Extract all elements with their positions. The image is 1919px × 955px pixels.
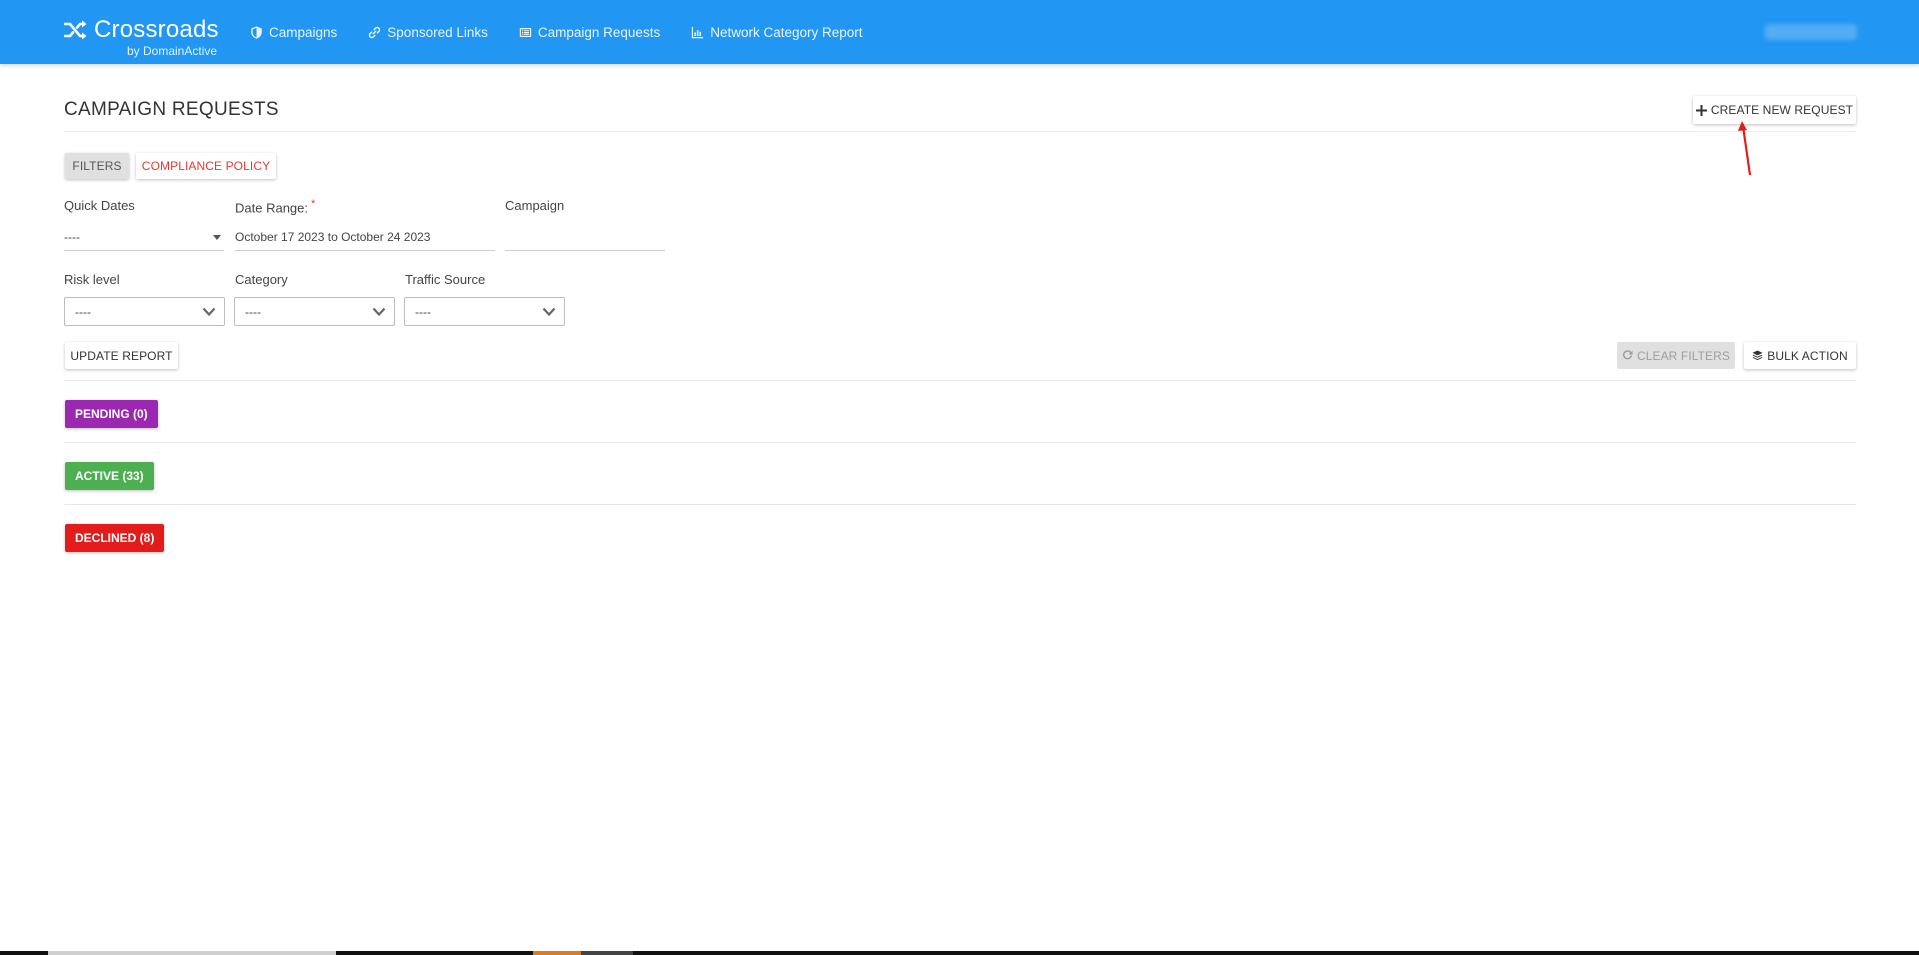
update-report-button[interactable]: UPDATE REPORT [65, 342, 178, 369]
nav-item-campaign-requests[interactable]: Campaign Requests [519, 25, 660, 40]
category-label: Category [235, 272, 288, 287]
chevron-down-icon [372, 307, 386, 317]
chevron-down-icon [542, 307, 556, 317]
risk-level-label: Risk level [64, 272, 120, 287]
category-value: ---- [245, 304, 261, 319]
user-menu[interactable] [1765, 24, 1857, 40]
section-divider [64, 380, 1856, 381]
quick-dates-value: ---- [64, 229, 80, 244]
taskbar-segment [533, 951, 581, 955]
date-range-label: Date Range: * [235, 198, 315, 215]
date-range-input[interactable]: October 17 2023 to October 24 2023 [235, 223, 495, 251]
nav-item-label: Campaign Requests [537, 24, 661, 40]
active-status-button[interactable]: ACTIVE (33) [65, 462, 154, 490]
shield-icon [251, 25, 262, 39]
list-alt-icon [519, 27, 532, 37]
brand-logo[interactable]: Crossroads by DomainActive [64, 16, 219, 58]
shuffle-icon [64, 20, 87, 40]
taskbar-segment [581, 951, 633, 955]
traffic-source-value: ---- [415, 304, 431, 319]
date-range-value: October 17 2023 to October 24 2023 [235, 229, 431, 244]
refresh-icon [1622, 350, 1633, 360]
risk-level-value: ---- [75, 304, 91, 319]
taskbar-strip [0, 951, 1919, 955]
clear-filters-button[interactable]: CLEAR FILTERS [1617, 342, 1735, 369]
page-title: CAMPAIGN REQUESTS [64, 99, 279, 120]
quick-dates-label: Quick Dates [64, 198, 135, 213]
section-divider [64, 442, 1856, 443]
annotation-arrow-icon [1738, 121, 1752, 176]
chevron-down-icon [202, 307, 216, 317]
declined-status-button[interactable]: DECLINED (8) [65, 524, 165, 552]
top-navbar: Crossroads by DomainActive Campaigns Spo… [0, 0, 1919, 64]
date-range-label-text: Date Range: [235, 200, 308, 216]
required-mark: * [311, 198, 316, 210]
nav-item-label: Sponsored Links [387, 24, 488, 40]
clear-filters-label: CLEAR FILTERS [1636, 348, 1731, 363]
nav-item-sponsored-links[interactable]: Sponsored Links [368, 25, 488, 40]
create-new-request-button[interactable]: CREATE NEW REQUEST [1693, 96, 1856, 124]
campaign-input[interactable] [505, 223, 665, 251]
nav-item-network-category-report[interactable]: Network Category Report [691, 24, 863, 40]
nav-item-label: Campaigns [269, 24, 338, 40]
quick-dates-select[interactable]: ---- [64, 223, 224, 251]
bulk-action-button[interactable]: BULK ACTION [1744, 342, 1856, 369]
brand-subtitle: by DomainActive [127, 44, 218, 58]
campaign-label: Campaign [505, 198, 565, 213]
pending-status-button[interactable]: PENDING (0) [65, 400, 158, 428]
traffic-source-select[interactable]: ---- [404, 297, 565, 326]
category-select[interactable]: ---- [234, 297, 395, 326]
tab-compliance-policy[interactable]: COMPLIANCE POLICY [136, 153, 276, 179]
tab-filters[interactable]: FILTERS [65, 153, 129, 179]
caret-down-icon [213, 235, 221, 240]
bar-chart-icon [692, 26, 704, 38]
nav-item-campaigns[interactable]: Campaigns [250, 25, 337, 40]
risk-level-select[interactable]: ---- [64, 297, 225, 326]
link-icon [369, 26, 381, 38]
traffic-source-label: Traffic Source [405, 272, 486, 287]
title-divider [64, 131, 1856, 132]
bulk-action-label: BULK ACTION [1767, 348, 1848, 363]
brand-name: Crossroads [94, 16, 219, 43]
section-divider [64, 504, 1856, 505]
plus-icon [1695, 104, 1707, 116]
create-new-request-label: CREATE NEW REQUEST [1710, 103, 1854, 117]
taskbar-segment [48, 951, 336, 955]
layers-icon [1752, 350, 1763, 361]
main-nav: Campaigns Sponsored Links Campaign Reque… [250, 0, 894, 64]
nav-item-label: Network Category Report [710, 24, 863, 40]
